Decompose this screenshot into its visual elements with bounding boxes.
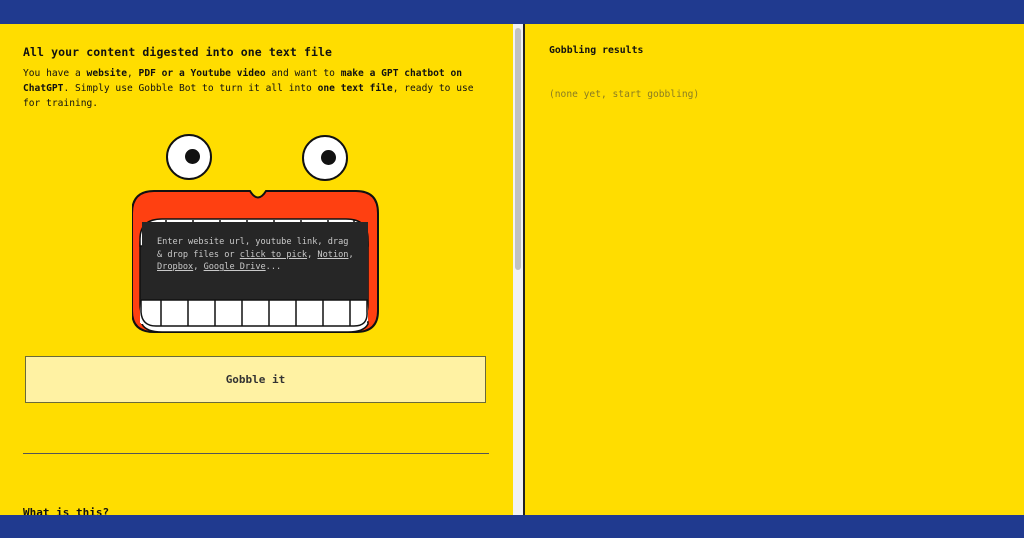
intro-text-3: and want to — [265, 68, 341, 79]
gobble-it-button[interactable]: Gobble it — [25, 356, 486, 403]
google-drive-link[interactable]: Google Drive — [204, 262, 266, 272]
intro-bold-pdf-youtube: PDF or a Youtube video — [138, 68, 266, 79]
right-eye-icon — [302, 135, 348, 181]
input-sep-1: , — [307, 249, 318, 260]
input-sep-2: , — [348, 249, 354, 260]
intro-bold-website: website — [86, 68, 127, 79]
notion-link[interactable]: Notion — [317, 250, 348, 260]
results-empty-state: (none yet, start gobbling) — [549, 89, 700, 100]
left-panel: All your content digested into one text … — [0, 24, 513, 515]
top-band — [0, 0, 1024, 24]
results-panel: Gobbling results (none yet, start gobbli… — [525, 24, 1024, 515]
bottom-band — [0, 515, 1024, 538]
page-title: All your content digested into one text … — [23, 45, 333, 59]
input-ellipsis: ... — [265, 262, 282, 273]
intro-text-1: You have a — [23, 68, 87, 79]
section-divider — [23, 453, 489, 454]
left-eye-icon — [166, 134, 212, 180]
intro-text-4: . Simply use Gobble Bot to turn it all i… — [63, 83, 318, 94]
left-pupil — [185, 149, 200, 164]
faq-heading: What is this? — [23, 506, 110, 515]
left-panel-scrollbar[interactable] — [513, 24, 523, 515]
scrollbar-thumb[interactable] — [515, 28, 521, 270]
intro-bold-one-text-file: one text file — [317, 83, 393, 94]
right-pupil — [321, 150, 336, 165]
input-sep-3: , — [193, 262, 204, 273]
results-title: Gobbling results — [549, 45, 644, 56]
click-to-pick-link[interactable]: click to pick — [240, 250, 307, 260]
intro-paragraph: You have a website, PDF or a Youtube vid… — [23, 66, 493, 111]
intro-text-2: , — [126, 68, 139, 79]
dropbox-link[interactable]: Dropbox — [157, 262, 193, 272]
content-input-dropzone[interactable]: Enter website url, youtube link, drag & … — [142, 222, 368, 299]
